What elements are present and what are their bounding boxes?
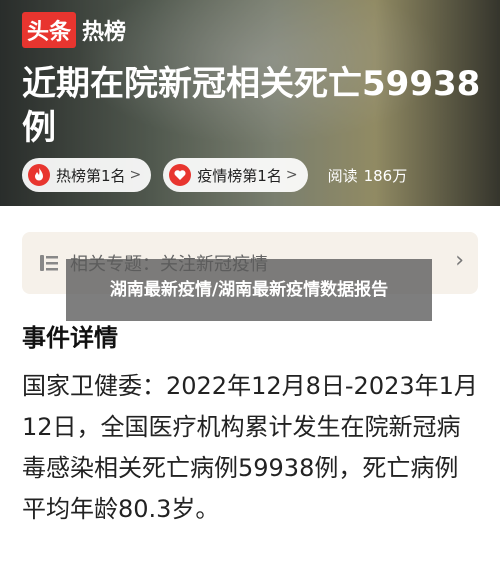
rank-chips: 热榜第1名 > 疫情榜第1名 > 阅读 186万: [22, 158, 407, 192]
hero-banner: 头条 热榜 近期在院新冠相关死亡59938例 热榜第1名 > 疫情榜第1名 >: [0, 0, 500, 206]
toutiao-hot-logo: 头条 热榜: [22, 12, 126, 48]
chevron-right-icon: >: [129, 167, 142, 183]
headline: 近期在院新冠相关死亡59938例: [22, 64, 481, 148]
read-count: 阅读 186万: [328, 165, 408, 186]
epidemic-rank-label: 疫情榜第1名: [197, 166, 282, 185]
hot-rank-label: 热榜第1名: [56, 166, 126, 185]
watermark-caption: 湖南最新疫情/湖南最新疫情数据报告: [66, 259, 432, 321]
read-value: 186万: [363, 166, 408, 185]
flame-icon: [28, 164, 50, 186]
section-title: 事件详情: [22, 324, 118, 352]
brand-label: 热榜: [82, 20, 127, 45]
read-label: 阅读: [327, 166, 358, 185]
list-icon: [38, 252, 60, 274]
chevron-right-icon: >: [285, 167, 298, 183]
event-detail-text: 国家卫健委：2022年12月8日-2023年1月12日，全国医疗机构累计发生在院…: [22, 372, 478, 523]
chevron-right-icon: ›: [455, 248, 464, 273]
heart-icon: [169, 164, 192, 186]
epidemic-rank-chip[interactable]: 疫情榜第1名 >: [163, 158, 308, 192]
brand-badge: 头条: [22, 12, 77, 48]
hot-rank-chip[interactable]: 热榜第1名 >: [22, 158, 152, 192]
